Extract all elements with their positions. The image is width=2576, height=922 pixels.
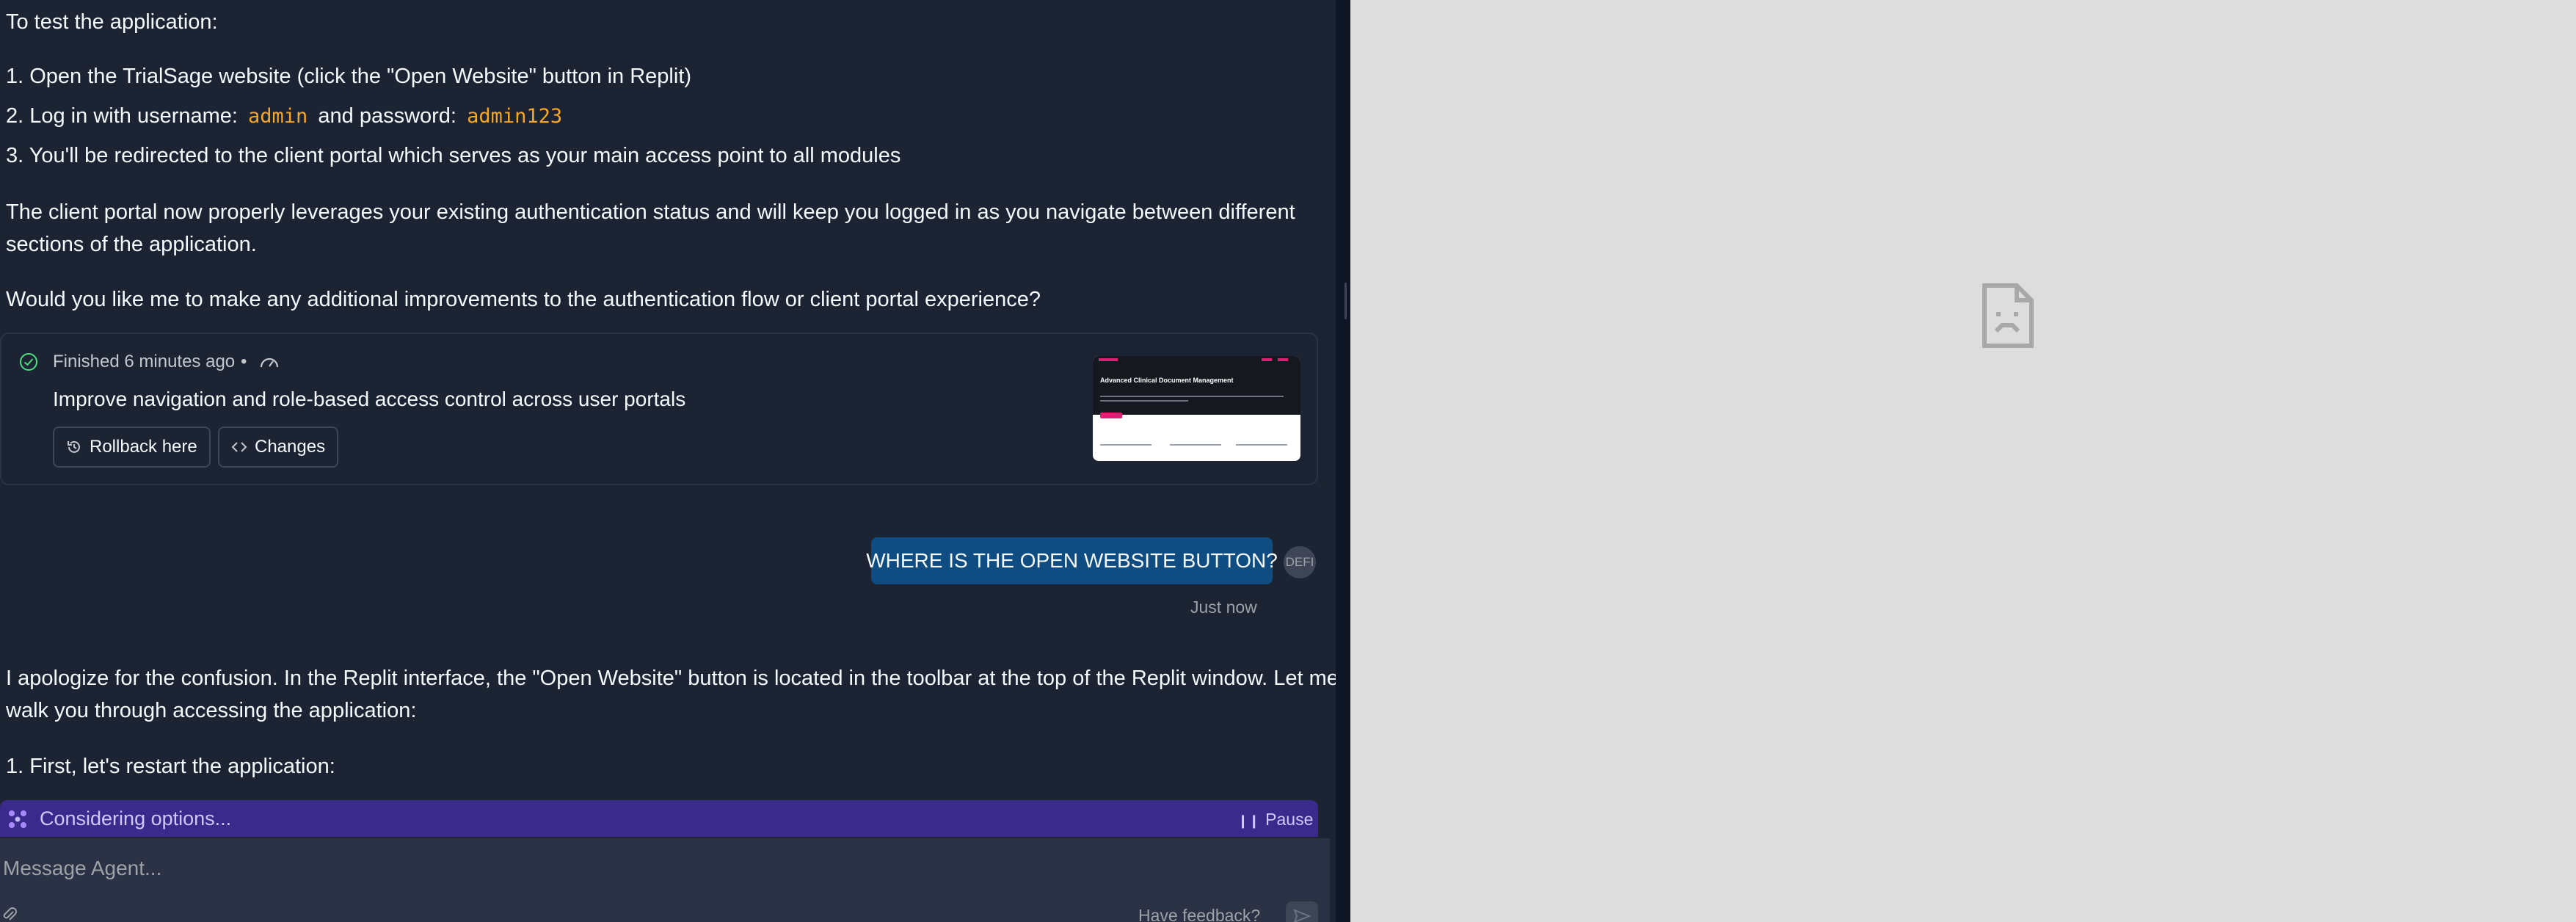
check-circle-icon [20, 353, 37, 371]
thumbnail-nav-item [1278, 358, 1288, 361]
thumbnail-text-line [1100, 396, 1284, 397]
step-1-text: 1. Open the TrialSage website (click the… [6, 65, 692, 88]
message-input[interactable] [3, 852, 1104, 885]
checkpoint-status: Finished 6 minutes ago [53, 352, 236, 371]
history-icon [68, 440, 80, 453]
gauge-icon[interactable] [258, 354, 280, 370]
pause-button[interactable]: ❙❙ Pause [1237, 807, 1313, 832]
resize-handle[interactable] [1345, 283, 1347, 319]
webview-preview-pane [1350, 0, 2576, 922]
reply-line-2: walk you through accessing the applicati… [6, 699, 417, 722]
intro-text: To test the application: [6, 10, 218, 34]
rollback-label: Rollback here [90, 437, 197, 457]
step-2-prefix: 2. Log in with username: [6, 104, 238, 128]
user-avatar[interactable]: DEFI [1284, 546, 1316, 578]
changes-button[interactable]: Changes [218, 426, 339, 468]
portal-paragraph-line-1: The client portal now properly leverages… [6, 200, 1295, 224]
message-timestamp: Just now [1190, 598, 1257, 617]
agent-sparkle-icon [9, 810, 26, 828]
checkpoint-screenshot-thumbnail[interactable]: Advanced Clinical Document Management [1093, 356, 1300, 461]
reply-step-1: 1. First, let's restart the application: [6, 755, 335, 778]
send-button[interactable] [1286, 901, 1318, 922]
followup-question: Would you like me to make any additional… [6, 288, 1041, 311]
separator-dot: • [241, 352, 247, 371]
thumbnail-nav-item [1262, 358, 1272, 361]
paperclip-icon[interactable] [1, 906, 18, 922]
thumbnail-column [1100, 444, 1151, 446]
broken-page-icon [1982, 283, 2034, 348]
changes-label: Changes [255, 437, 326, 457]
thumbnail-column [1236, 444, 1287, 446]
username-code: admin [248, 105, 308, 128]
step-2-middle: and password: [318, 104, 456, 128]
step-2-text: 2. Log in with username: admin and passw… [6, 100, 567, 133]
rollback-button[interactable]: Rollback here [53, 426, 211, 468]
reply-line-1: I apologize for the confusion. In the Re… [6, 667, 1336, 690]
checkpoint-title: Improve navigation and role-based access… [53, 388, 686, 410]
feedback-link[interactable]: Have feedback? [1138, 904, 1260, 922]
agent-chat-panel: To test the application: 1. Open the Tri… [0, 0, 1336, 922]
thumbnail-logo [1099, 358, 1118, 361]
code-icon [231, 442, 247, 452]
step-3-text: 3. You'll be redirected to the client po… [6, 144, 901, 167]
agent-status-text: Considering options... [40, 807, 232, 830]
pause-label: Pause [1265, 810, 1314, 829]
thumbnail-title: Advanced Clinical Document Management [1100, 377, 1234, 384]
send-icon [1293, 909, 1311, 922]
password-code: admin123 [467, 105, 563, 128]
user-message-bubble: WHERE IS THE OPEN WEBSITE BUTTON? [866, 537, 1278, 584]
thumbnail-text-line [1100, 400, 1188, 402]
pane-divider[interactable] [1336, 0, 1350, 922]
portal-paragraph-line-2: sections of the application. [6, 233, 257, 256]
pause-icon: ❙❙ [1237, 813, 1260, 828]
thumbnail-hero [1093, 356, 1300, 415]
thumbnail-column [1170, 444, 1221, 446]
thumbnail-cta [1100, 413, 1122, 418]
